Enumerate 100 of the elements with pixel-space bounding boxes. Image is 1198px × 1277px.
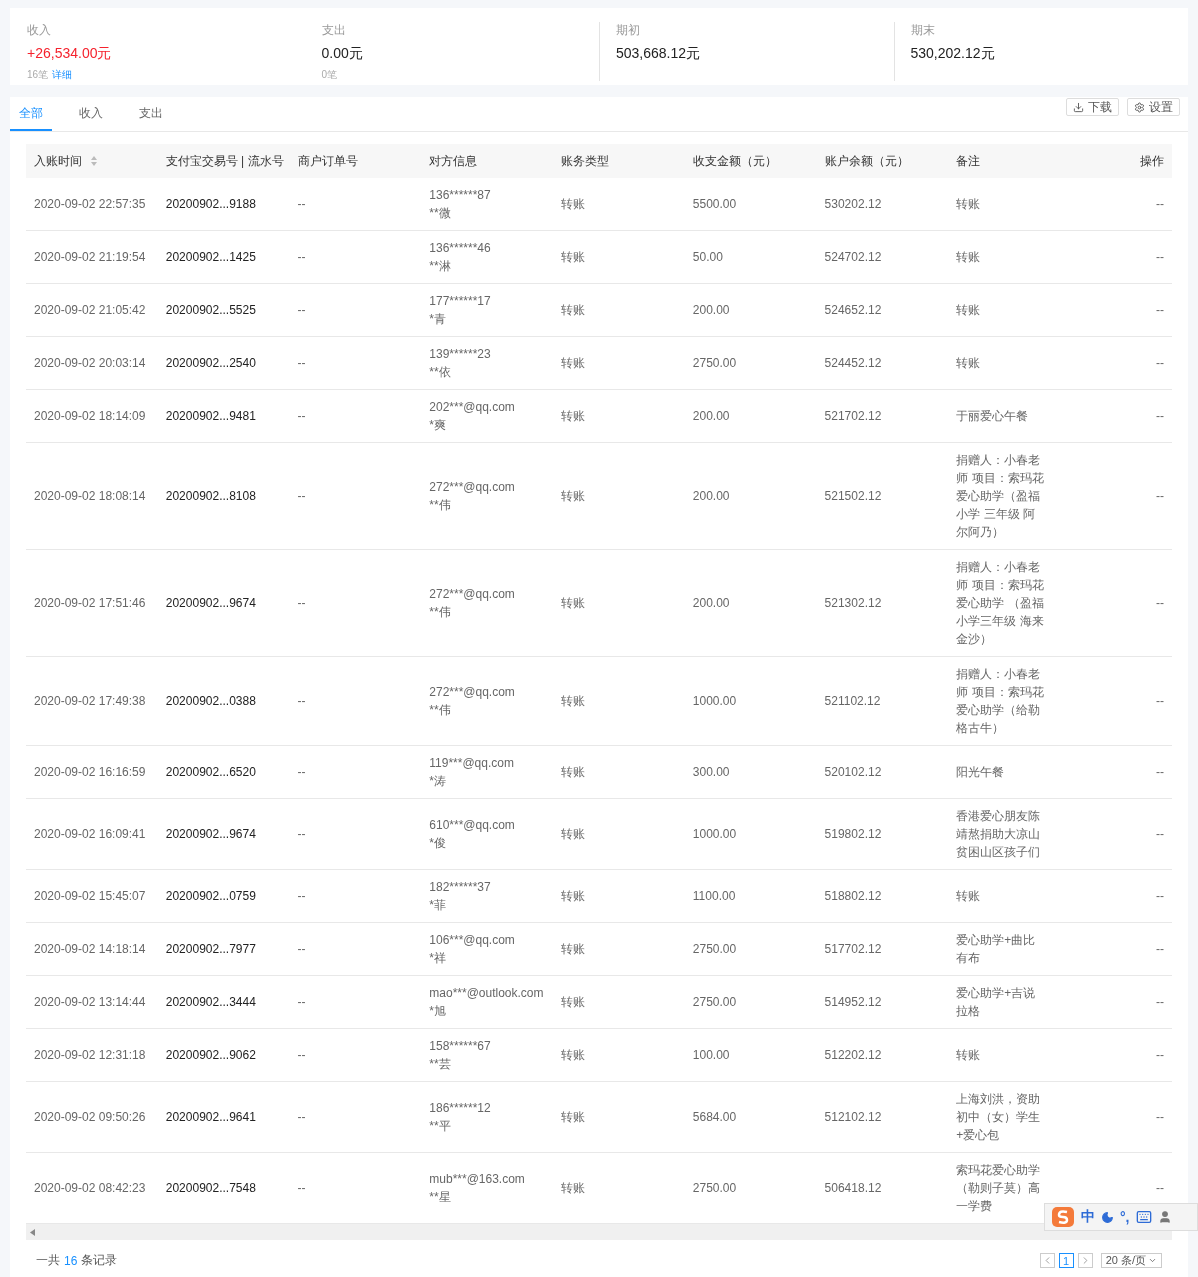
table-cell-text: 20200902...5525 <box>165 302 256 319</box>
table-cell-text: 转账 <box>561 355 586 372</box>
table-cell-text: 517702.12 <box>824 941 882 958</box>
table-cell-text: 转账 <box>561 888 586 905</box>
table-cell-text: 转账 <box>561 196 586 213</box>
counterpart-info: 272***@qq.com **伟 <box>429 684 515 719</box>
table-cell-text: 200.00 <box>692 408 730 425</box>
column-header: 备注 <box>956 152 981 170</box>
scroll-left-icon[interactable] <box>30 1228 35 1236</box>
table-cell-text: 514952.12 <box>824 994 882 1011</box>
summary-value: 503,668.12元 <box>616 45 702 63</box>
moon-icon[interactable] <box>1101 1210 1114 1224</box>
table-cell-text: 2020-09-02 17:51:46 <box>34 595 146 612</box>
table-cell-text: 转账 <box>561 826 586 843</box>
table-cell-text: 2020-09-02 12:31:18 <box>34 1047 146 1064</box>
remark-text: 索玛花爱心助学（勒则子莫）高一学费 <box>956 1162 1042 1215</box>
table-cell-text: 转账 <box>561 764 586 781</box>
total-count: 16 <box>64 1253 78 1268</box>
table-cell-text: -- <box>1156 693 1164 710</box>
remark-text: 阳光午餐 <box>956 764 1006 781</box>
sort-icon[interactable] <box>90 155 98 168</box>
table-cell-text: 转账 <box>561 488 586 505</box>
download-icon <box>1073 101 1084 113</box>
table-cell-text: 转账 <box>561 249 586 266</box>
remark-text: 爱心助学+曲比有布 <box>956 932 1037 967</box>
table-cell-text: 20200902...7977 <box>165 941 256 958</box>
table-cell-text: 20200902...9062 <box>165 1047 256 1064</box>
remark-text: 捐赠人：小春老师 项目：索玛花爱心助学（给勒格古牛） <box>956 666 1045 737</box>
summary-label: 期末 <box>910 22 936 39</box>
ime-logo-icon[interactable] <box>1051 1206 1075 1228</box>
caret-icon <box>1148 1256 1157 1265</box>
table-cell-text: 524452.12 <box>824 355 882 372</box>
tab[interactable]: 收入 <box>70 97 112 131</box>
table-cell-text: 2020-09-02 17:49:38 <box>34 693 146 710</box>
table-cell-text: -- <box>1156 302 1164 319</box>
table-cell-text: -- <box>1156 249 1164 266</box>
summary-value: 0.00元 <box>321 45 364 63</box>
table-cell-text: 521102.12 <box>824 693 881 710</box>
table-cell-text: 2020-09-02 16:16:59 <box>34 764 146 781</box>
counterpart-info: 272***@qq.com **伟 <box>429 479 515 514</box>
table-cell-text: -- <box>1156 994 1164 1011</box>
table-cell-text: 2020-09-02 14:18:14 <box>34 941 146 958</box>
page-button[interactable]: 1 <box>1058 1253 1074 1268</box>
table-cell-text: -- <box>297 1180 306 1197</box>
table-cell-text: 506418.12 <box>824 1180 882 1197</box>
summary-label: 期初 <box>616 22 641 39</box>
counterpart-info: 136******87 **微 <box>429 187 491 222</box>
table-cell-text: -- <box>297 355 306 372</box>
table-cell-text: 转账 <box>561 1047 586 1064</box>
remark-text: 爱心助学+吉说拉格 <box>956 985 1037 1020</box>
table-cell-text: 2020-09-02 09:50:26 <box>34 1109 146 1126</box>
table-cell-text: 5500.00 <box>692 196 737 213</box>
total-label: 一共 <box>36 1252 60 1269</box>
counterpart-info: mao***@outlook.com *旭 <box>429 985 544 1020</box>
punctuation-mode-text[interactable]: °, <box>1120 1209 1130 1225</box>
table-cell-text: 20200902...9674 <box>165 595 256 612</box>
input-mode-text[interactable]: 中 <box>1081 1208 1095 1226</box>
counterpart-info: 202***@qq.com *爽 <box>429 399 515 434</box>
table-cell-text: 20200902...7548 <box>165 1180 256 1197</box>
summary-count: 16笔 <box>27 69 49 81</box>
counterpart-info: 186******12 **平 <box>429 1100 491 1135</box>
table-cell-text: 转账 <box>561 941 586 958</box>
table-cell-text: 2020-09-02 20:03:14 <box>34 355 146 372</box>
tab[interactable]: 支出 <box>130 97 172 131</box>
settings-button[interactable]: 设置 <box>1127 98 1180 116</box>
table-cell-text: 20200902...1425 <box>165 249 256 266</box>
tab[interactable]: 全部 <box>10 97 52 131</box>
table-cell-text: 20200902...9481 <box>165 408 256 425</box>
summary-label: 支出 <box>321 22 347 39</box>
prev-page-button[interactable] <box>1039 1253 1055 1268</box>
table-cell-text: 20200902...2540 <box>165 355 256 372</box>
table-cell-text: -- <box>1156 196 1164 213</box>
table-cell-text: 1100.00 <box>692 888 736 905</box>
table-cell-text: 2750.00 <box>692 1180 737 1197</box>
remark-text: 捐赠人：小春老师 项目：索玛花爱心助学 （盈福小学三年级 海来金沙） <box>956 559 1045 648</box>
table-cell-text: -- <box>297 302 306 319</box>
table-cell-text: 2020-09-02 15:45:07 <box>34 888 146 905</box>
next-page-button[interactable] <box>1077 1253 1093 1268</box>
keyboard-icon[interactable] <box>1135 1209 1152 1225</box>
column-header: 对方信息 <box>429 152 478 170</box>
user-icon[interactable] <box>1157 1210 1172 1224</box>
table-cell-text: -- <box>1156 595 1164 612</box>
table-cell-text: -- <box>297 595 306 612</box>
download-button[interactable]: 下载 <box>1066 98 1119 116</box>
remark-text: 转账 <box>956 355 982 372</box>
table-cell-text: 2020-09-02 22:57:35 <box>34 196 146 213</box>
table-cell-text: 524652.12 <box>824 302 882 319</box>
page-size-select[interactable]: 20 条/页 <box>1100 1253 1162 1268</box>
horizontal-scrollbar[interactable] <box>26 1224 1172 1240</box>
column-header: 账务类型 <box>561 152 610 170</box>
remark-text: 转账 <box>956 888 982 905</box>
table-cell-text: 2750.00 <box>692 355 737 372</box>
table-cell-text: -- <box>297 1047 306 1064</box>
table-cell-text: 2020-09-02 18:08:14 <box>34 488 146 505</box>
counterpart-info: 106***@qq.com *祥 <box>429 932 515 967</box>
table-cell-text: -- <box>297 488 306 505</box>
remark-text: 于丽爱心午餐 <box>956 408 1030 425</box>
detail-link[interactable]: 详细 <box>52 69 73 81</box>
column-header: 操作 <box>1140 152 1164 170</box>
summary-count: 0笔 <box>321 69 338 81</box>
